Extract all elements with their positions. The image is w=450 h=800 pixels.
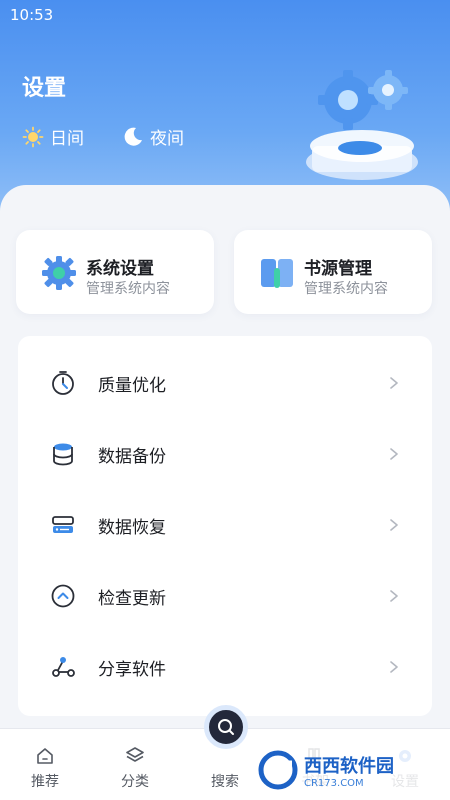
tab-search[interactable]: 搜索 [180, 705, 270, 800]
book-source-subtitle: 管理系统内容 [304, 281, 388, 297]
chevron-up-circle-icon [51, 584, 75, 608]
timer-icon [52, 371, 74, 395]
chevron-right-icon [390, 448, 398, 460]
system-settings-card[interactable]: 系统设置 管理系统内容 [16, 230, 214, 314]
menu-item-restore[interactable]: 数据恢复 [18, 490, 432, 560]
book-icon [261, 259, 293, 288]
tab-label: 分类 [121, 774, 149, 790]
menu-label: 检查更新 [98, 588, 166, 609]
status-time: 10:53 [10, 6, 54, 24]
home-icon [37, 748, 53, 764]
watermark-site: CR173.COM [304, 777, 364, 789]
menu-item-check-update[interactable]: 检查更新 [18, 561, 432, 631]
chevron-right-icon [390, 519, 398, 531]
menu-item-quality[interactable]: 质量优化 [18, 348, 432, 418]
search-icon [218, 719, 234, 735]
gear-illustration [306, 70, 418, 180]
menu-label: 质量优化 [98, 375, 166, 396]
menu-label: 数据恢复 [98, 517, 166, 538]
tab-recommend[interactable]: 推荐 [0, 729, 90, 800]
tab-label: 搜索 [211, 774, 239, 790]
moon-icon [124, 127, 142, 146]
layers-icon [126, 747, 144, 762]
chevron-right-icon [390, 661, 398, 673]
tab-category[interactable]: 分类 [90, 729, 180, 800]
chevron-right-icon [390, 377, 398, 389]
book-source-title: 书源管理 [304, 259, 372, 279]
day-mode-label: 日间 [50, 129, 84, 149]
system-settings-title: 系统设置 [86, 259, 154, 279]
day-mode-toggle[interactable]: 日间 [22, 124, 84, 149]
watermark-logo: 西西软件园 CR173.COM [258, 740, 450, 800]
chevron-right-icon [390, 590, 398, 602]
night-mode-label: 夜间 [150, 129, 184, 149]
book-source-card[interactable]: 书源管理 管理系统内容 [234, 230, 432, 314]
watermark-brand: 西西软件园 [304, 755, 394, 777]
search-button[interactable] [204, 705, 248, 749]
server-icon [52, 516, 74, 533]
menu-label: 分享软件 [98, 659, 166, 680]
menu-item-share[interactable]: 分享软件 [18, 632, 432, 702]
gear-icon [42, 256, 76, 290]
menu-item-backup[interactable]: 数据备份 [18, 419, 432, 489]
database-icon [53, 443, 73, 466]
system-settings-subtitle: 管理系统内容 [86, 281, 170, 297]
cr-logo-icon [258, 750, 298, 790]
night-mode-toggle[interactable]: 夜间 [122, 124, 184, 149]
page-title: 设置 [22, 76, 67, 101]
menu-label: 数据备份 [98, 446, 166, 467]
sun-icon [22, 126, 44, 147]
share-icon [52, 657, 75, 677]
tab-label: 推荐 [31, 774, 59, 790]
settings-menu: 质量优化 数据备份 数据恢复 检查更新 分享软件 [18, 336, 432, 716]
